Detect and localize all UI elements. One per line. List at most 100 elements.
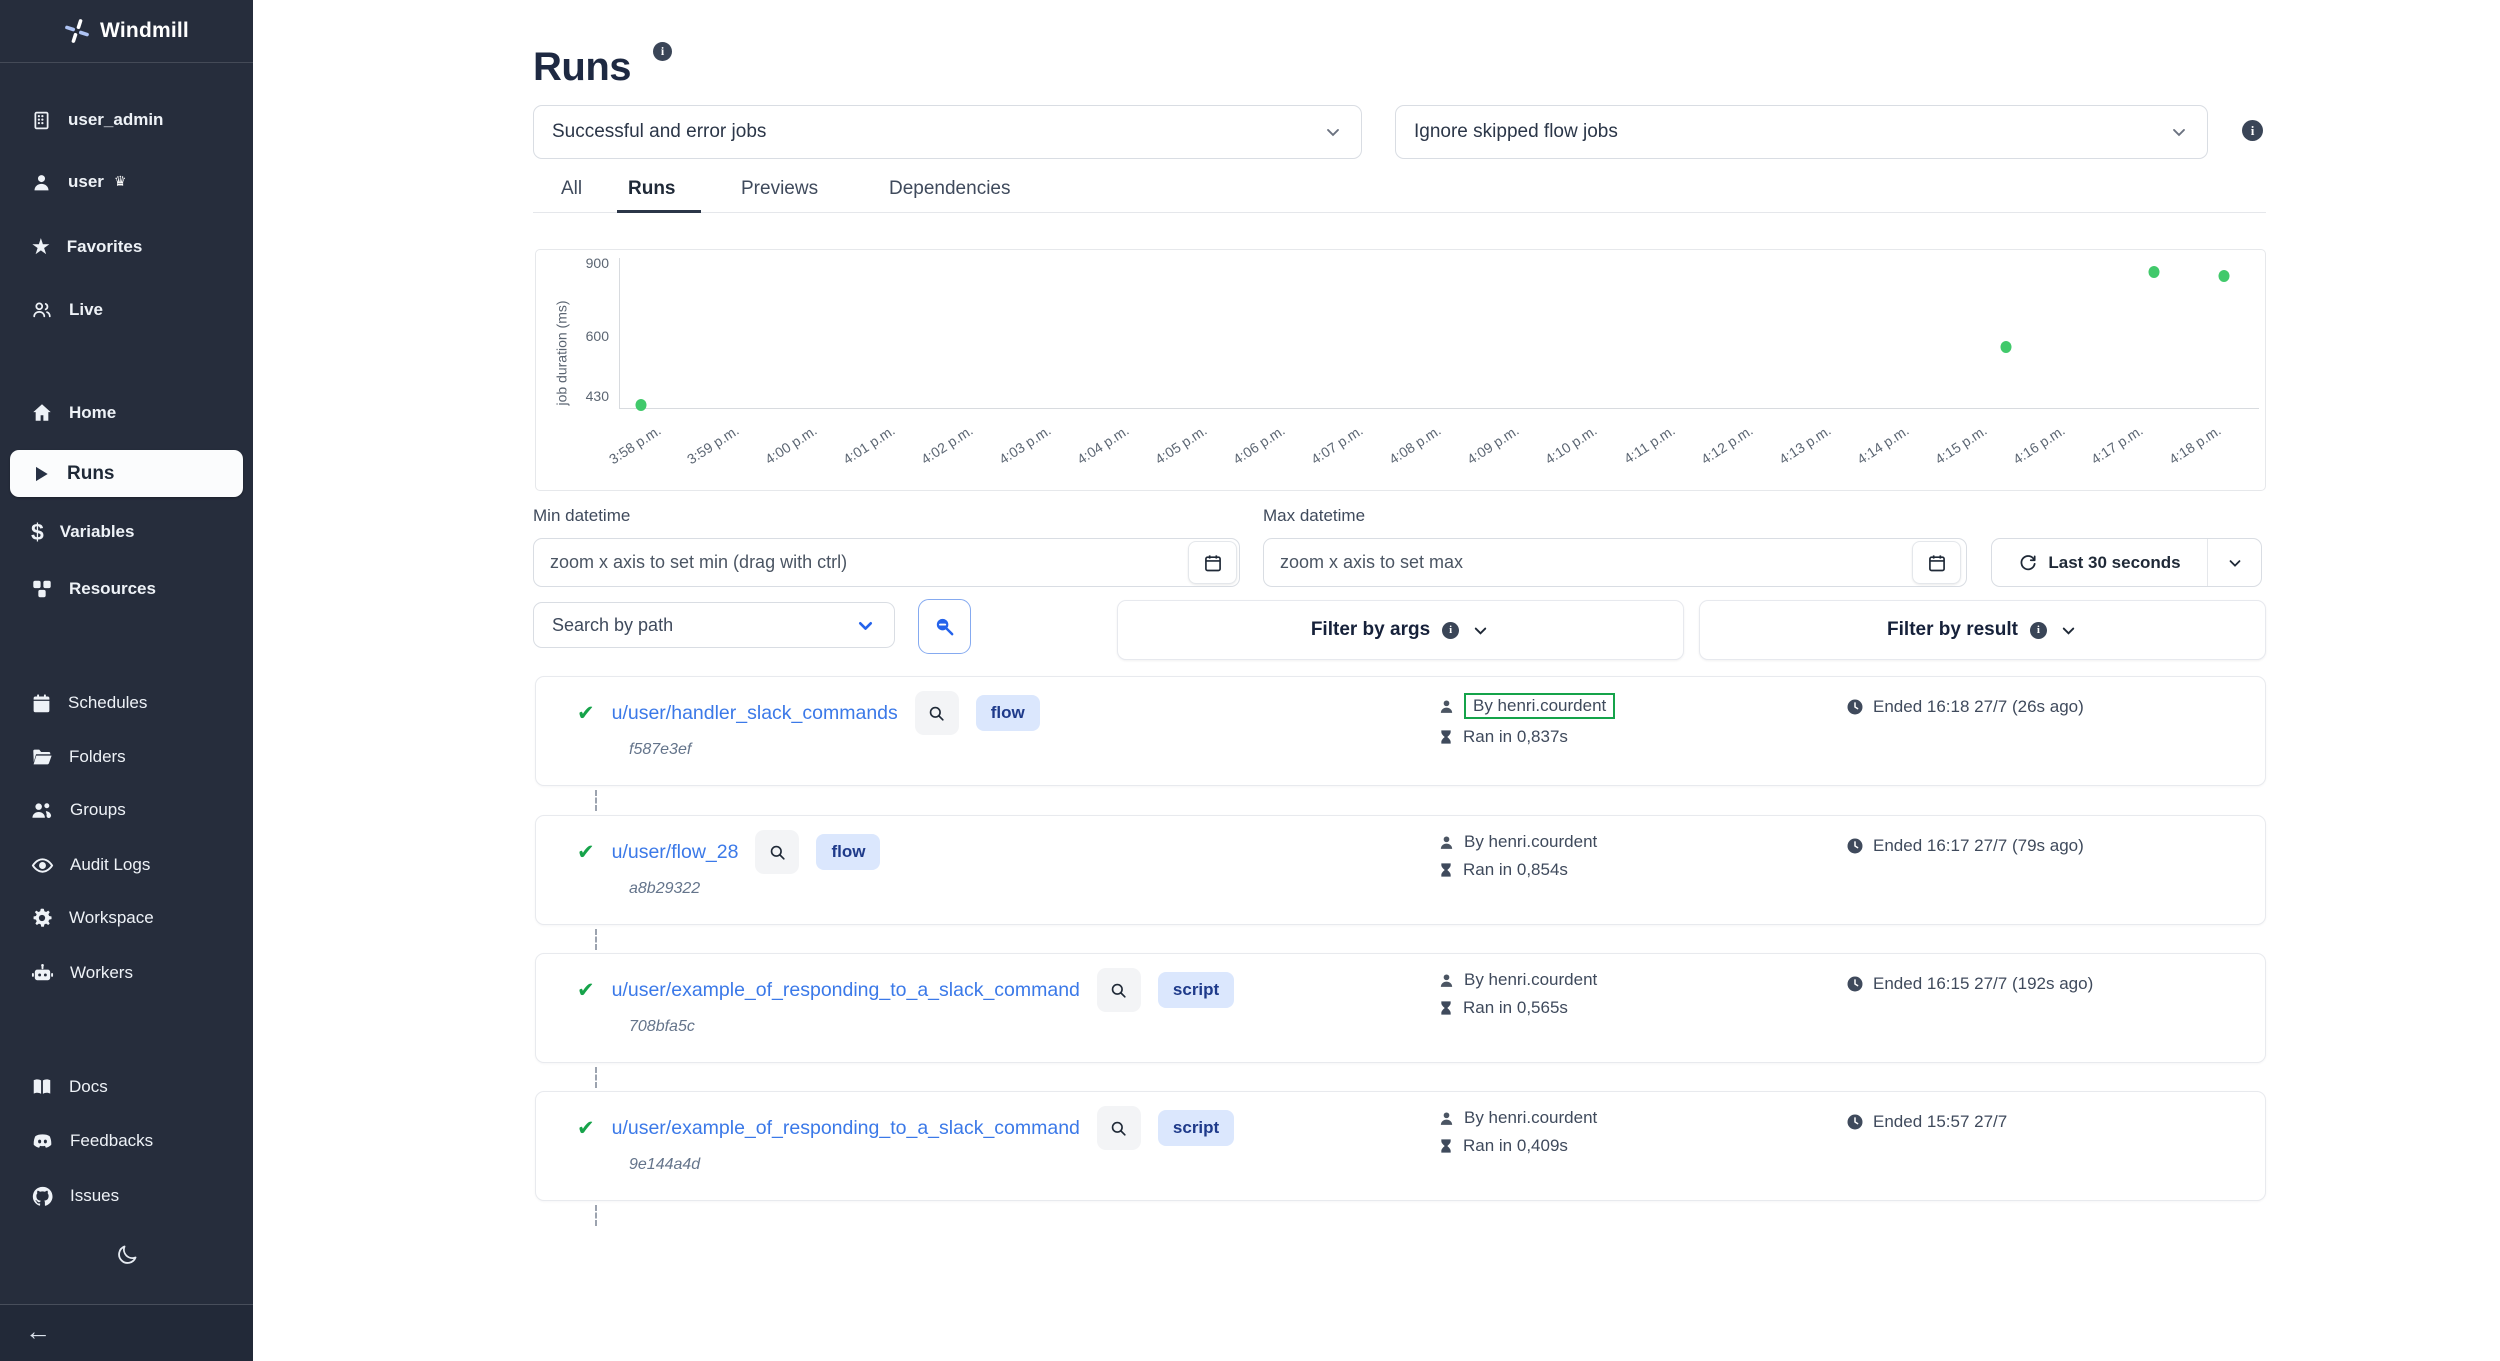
sidebar-item-folders[interactable]: Folders: [0, 733, 253, 781]
chevron-down-icon: [855, 615, 876, 636]
run-duration: Ran in 0,565s: [1463, 998, 1568, 1018]
inspect-run-button[interactable]: [1097, 968, 1141, 1012]
run-duration: Ran in 0,854s: [1463, 860, 1568, 880]
run-by: By henri.courdent: [1464, 832, 1597, 852]
run-row[interactable]: ✔ u/user/flow_28 flow a8b29322 By henri.…: [535, 815, 2266, 925]
active-tab-underline: [617, 210, 701, 213]
sidebar-item-groups[interactable]: Groups: [0, 786, 253, 834]
page-title: Runs: [533, 45, 631, 90]
run-path-link[interactable]: u/user/example_of_responding_to_a_slack_…: [612, 1117, 1080, 1140]
sidebar-item-home[interactable]: Home: [0, 389, 253, 437]
job-duration-point[interactable]: [2219, 270, 2230, 282]
sidebar-item-user[interactable]: user ♛: [0, 158, 253, 206]
filter-by-result-label: Filter by result: [1887, 619, 2018, 641]
run-row[interactable]: ✔ u/user/handler_slack_commands flow f58…: [535, 676, 2266, 786]
sidebar-item-resources[interactable]: Resources: [0, 565, 253, 613]
calendar-icon: [1927, 553, 1947, 573]
run-path-link[interactable]: u/user/example_of_responding_to_a_slack_…: [612, 979, 1080, 1002]
app-logo[interactable]: Windmill: [0, 0, 253, 63]
discord-icon: [31, 1130, 54, 1153]
x-axis-tick-label: 3:59 p.m.: [684, 422, 742, 467]
run-row[interactable]: ✔ u/user/example_of_responding_to_a_slac…: [535, 953, 2266, 1063]
inspect-run-button[interactable]: [755, 830, 799, 874]
x-axis-tick-label: 4:09 p.m.: [1464, 422, 1522, 467]
person-icon: [1438, 972, 1455, 989]
sidebar-item-runs-active[interactable]: Runs: [10, 450, 243, 497]
run-ended: Ended 16:17 27/7 (79s ago): [1873, 836, 2084, 856]
magnifier-minus-icon: [933, 615, 956, 638]
refresh-interval-button[interactable]: Last 30 seconds: [1991, 538, 2262, 587]
sidebar-item-issues[interactable]: Issues: [0, 1172, 253, 1220]
x-axis-tick-label: 4:15 p.m.: [1932, 422, 1990, 467]
run-row[interactable]: ✔ u/user/example_of_responding_to_a_slac…: [535, 1091, 2266, 1201]
x-axis-tick-label: 4:18 p.m.: [2166, 422, 2224, 467]
inspect-run-button[interactable]: [915, 691, 959, 735]
sidebar-item-label: Runs: [67, 463, 115, 485]
collapse-sidebar-arrow-icon[interactable]: ←: [25, 1316, 51, 1347]
sidebar-item-workspace-settings[interactable]: Workspace: [0, 894, 253, 942]
x-axis-tick-label: 4:06 p.m.: [1230, 422, 1288, 467]
run-connector: [595, 790, 597, 811]
sidebar-item-workers[interactable]: Workers: [0, 949, 253, 997]
sidebar-item-label: user_admin: [68, 110, 163, 130]
sidebar-item-feedbacks[interactable]: Feedbacks: [0, 1117, 253, 1165]
robot-icon: [31, 962, 54, 985]
x-axis-tick-label: 4:03 p.m.: [996, 422, 1054, 467]
run-path-link[interactable]: u/user/flow_28: [612, 841, 739, 864]
sidebar-item-label: Audit Logs: [70, 855, 150, 875]
sidebar-item-label: Workers: [70, 963, 133, 983]
max-datetime-input[interactable]: [1263, 538, 1967, 587]
max-datetime-calendar-button[interactable]: [1912, 541, 1961, 584]
title-info-icon[interactable]: i: [653, 42, 672, 61]
tab-all[interactable]: All: [561, 178, 582, 200]
sidebar-item-favorites[interactable]: ★ Favorites: [0, 223, 253, 271]
skipped-jobs-select[interactable]: Ignore skipped flow jobs: [1395, 105, 2208, 159]
job-duration-point[interactable]: [2149, 266, 2160, 278]
clock-icon: [1846, 837, 1864, 855]
sidebar-item-audit-logs[interactable]: Audit Logs: [0, 841, 253, 889]
min-datetime-input[interactable]: [533, 538, 1240, 587]
tab-dependencies[interactable]: Dependencies: [889, 178, 1010, 200]
min-datetime-calendar-button[interactable]: [1188, 541, 1237, 584]
windmill-logo-icon: [64, 18, 90, 44]
tab-runs[interactable]: Runs: [628, 178, 676, 200]
sidebar-item-docs[interactable]: Docs: [0, 1063, 253, 1111]
x-axis-tick-label: 4:16 p.m.: [2010, 422, 2068, 467]
inspect-run-button[interactable]: [1097, 1106, 1141, 1150]
sidebar-item-live[interactable]: Live: [0, 286, 253, 334]
book-icon: [31, 1076, 53, 1098]
chevron-down-icon: [1323, 122, 1343, 142]
run-path-link[interactable]: u/user/handler_slack_commands: [612, 702, 898, 725]
search-by-path-select[interactable]: Search by path: [533, 602, 895, 648]
job-duration-chart[interactable]: job duration (ms) 900600430 3:58 p.m.3:5…: [535, 249, 2266, 491]
success-check-icon: ✔: [577, 701, 595, 726]
filter-by-args-button[interactable]: Filter by args i: [1117, 600, 1684, 660]
zoom-out-search-button[interactable]: [918, 599, 971, 654]
search-by-path-value: Search by path: [552, 615, 855, 636]
job-duration-point[interactable]: [636, 399, 647, 411]
max-datetime-label: Max datetime: [1263, 506, 1365, 526]
tab-previews[interactable]: Previews: [741, 178, 818, 200]
play-icon: [31, 464, 51, 484]
x-axis-tick-label: 4:17 p.m.: [2088, 422, 2146, 467]
sidebar-item-workspace[interactable]: user_admin: [0, 96, 253, 144]
tabs-divider: [533, 212, 2266, 213]
filter-by-result-button[interactable]: Filter by result i: [1699, 600, 2266, 660]
hourglass-icon: [1438, 1138, 1454, 1154]
job-status-value: Successful and error jobs: [552, 121, 1323, 143]
job-status-select[interactable]: Successful and error jobs: [533, 105, 1362, 159]
x-axis-tick-label: 4:05 p.m.: [1152, 422, 1210, 467]
sidebar-item-label: Live: [69, 300, 103, 320]
x-axis-tick-label: 4:00 p.m.: [762, 422, 820, 467]
refresh-interval-main[interactable]: Last 30 seconds: [1992, 539, 2207, 586]
job-duration-point[interactable]: [2001, 341, 2012, 353]
sidebar-item-schedules[interactable]: Schedules: [0, 679, 253, 727]
run-kind-badge: flow: [976, 695, 1040, 731]
refresh-interval-caret[interactable]: [2207, 539, 2261, 586]
y-axis-tick-label: 900: [586, 255, 609, 271]
sidebar-item-variables[interactable]: $ Variables: [0, 508, 253, 556]
dark-mode-toggle[interactable]: [0, 1243, 253, 1267]
x-axis-tick-label: 4:13 p.m.: [1776, 422, 1834, 467]
group-icon: [31, 799, 54, 822]
skipped-info-icon[interactable]: i: [2242, 120, 2263, 141]
